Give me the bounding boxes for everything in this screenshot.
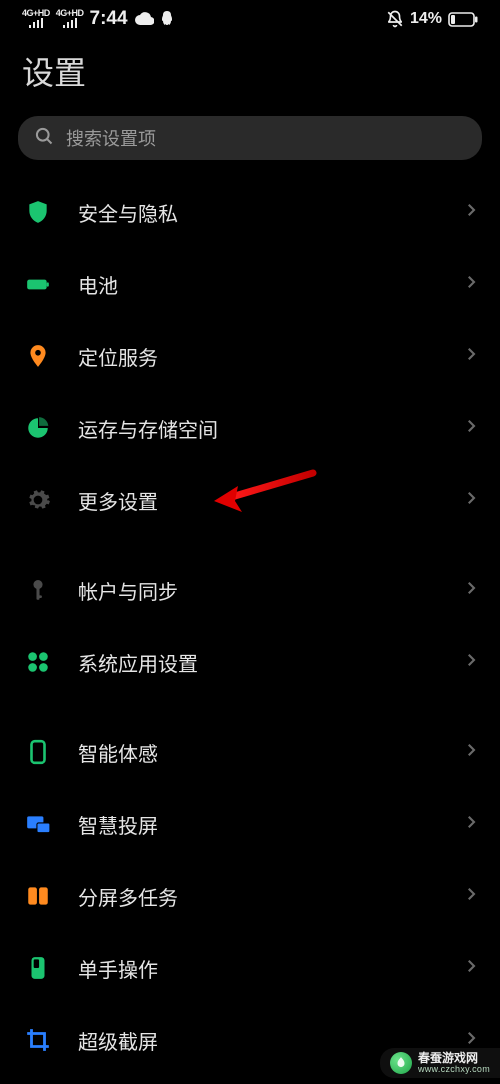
watermark: 春蚕游戏网 www.czchxy.com — [380, 1048, 500, 1078]
status-bar: 4G+HD 4G+HD 7:44 14% — [0, 0, 500, 34]
settings-item-accounts[interactable]: 帐户与同步 — [0, 554, 500, 626]
chevron-right-icon — [462, 957, 480, 980]
status-left: 4G+HD 4G+HD 7:44 — [22, 8, 174, 30]
watermark-logo-icon — [390, 1052, 412, 1074]
search-icon — [34, 126, 54, 151]
settings-item-label: 单手操作 — [78, 954, 462, 983]
chevron-right-icon — [462, 651, 480, 674]
watermark-title: 春蚕游戏网 — [418, 1052, 490, 1065]
settings-item-cast[interactable]: 智慧投屏 — [0, 788, 500, 860]
chevron-right-icon — [462, 201, 480, 224]
phone-outline-icon — [24, 738, 52, 766]
battery-icon — [448, 12, 478, 27]
search-placeholder: 搜索设置项 — [66, 125, 156, 151]
settings-item-more[interactable]: 更多设置 — [0, 464, 500, 536]
gear-icon — [24, 486, 52, 514]
settings-item-gesture[interactable]: 智能体感 — [0, 716, 500, 788]
settings-item-label: 分屏多任务 — [78, 882, 462, 911]
chevron-right-icon — [462, 579, 480, 602]
crop-icon — [24, 1026, 52, 1054]
key-icon — [24, 576, 52, 604]
status-time: 7:44 — [90, 8, 128, 30]
settings-item-battery[interactable]: 电池 — [0, 248, 500, 320]
chevron-right-icon — [462, 345, 480, 368]
phone-fill-icon — [24, 954, 52, 982]
chevron-right-icon — [462, 489, 480, 512]
chevron-right-icon — [462, 741, 480, 764]
settings-item-label: 帐户与同步 — [78, 576, 462, 605]
shield-icon — [24, 198, 52, 226]
search-bar[interactable]: 搜索设置项 — [18, 116, 482, 160]
chevron-right-icon — [462, 417, 480, 440]
piechart-icon — [24, 414, 52, 442]
split-icon — [24, 882, 52, 910]
penguin-icon — [160, 11, 174, 27]
settings-item-label: 电池 — [78, 270, 462, 299]
settings-item-onehand[interactable]: 单手操作 — [0, 932, 500, 1004]
chevron-right-icon — [462, 885, 480, 908]
settings-group: 帐户与同步系统应用设置 — [0, 554, 500, 706]
settings-item-security[interactable]: 安全与隐私 — [0, 176, 500, 248]
chevron-right-icon — [462, 813, 480, 836]
status-right: 14% — [386, 10, 478, 28]
signal-1: 4G+HD — [22, 9, 50, 29]
settings-item-location[interactable]: 定位服务 — [0, 320, 500, 392]
settings-item-sysapps[interactable]: 系统应用设置 — [0, 626, 500, 698]
battery-icon — [24, 270, 52, 298]
cast-icon — [24, 810, 52, 838]
settings-item-label: 运存与存储空间 — [78, 414, 462, 443]
cloud-icon — [134, 12, 154, 26]
settings-item-label: 智慧投屏 — [78, 810, 462, 839]
settings-item-split[interactable]: 分屏多任务 — [0, 860, 500, 932]
grid4-icon — [24, 648, 52, 676]
battery-pct: 14% — [410, 10, 442, 28]
chevron-right-icon — [462, 273, 480, 296]
settings-item-label: 安全与隐私 — [78, 198, 462, 227]
bell-off-icon — [386, 10, 404, 28]
settings-item-label: 定位服务 — [78, 342, 462, 371]
settings-item-storage[interactable]: 运存与存储空间 — [0, 392, 500, 464]
settings-group: 智能体感智慧投屏分屏多任务单手操作超级截屏 — [0, 716, 500, 1084]
settings-item-label: 智能体感 — [78, 738, 462, 767]
pin-icon — [24, 342, 52, 370]
page-title: 设置 — [0, 34, 500, 116]
settings-item-label: 更多设置 — [78, 486, 462, 515]
watermark-sub: www.czchxy.com — [418, 1065, 490, 1074]
settings-group: 安全与隐私电池定位服务运存与存储空间更多设置 — [0, 176, 500, 544]
settings-item-label: 系统应用设置 — [78, 648, 462, 677]
signal-2: 4G+HD — [56, 9, 84, 29]
